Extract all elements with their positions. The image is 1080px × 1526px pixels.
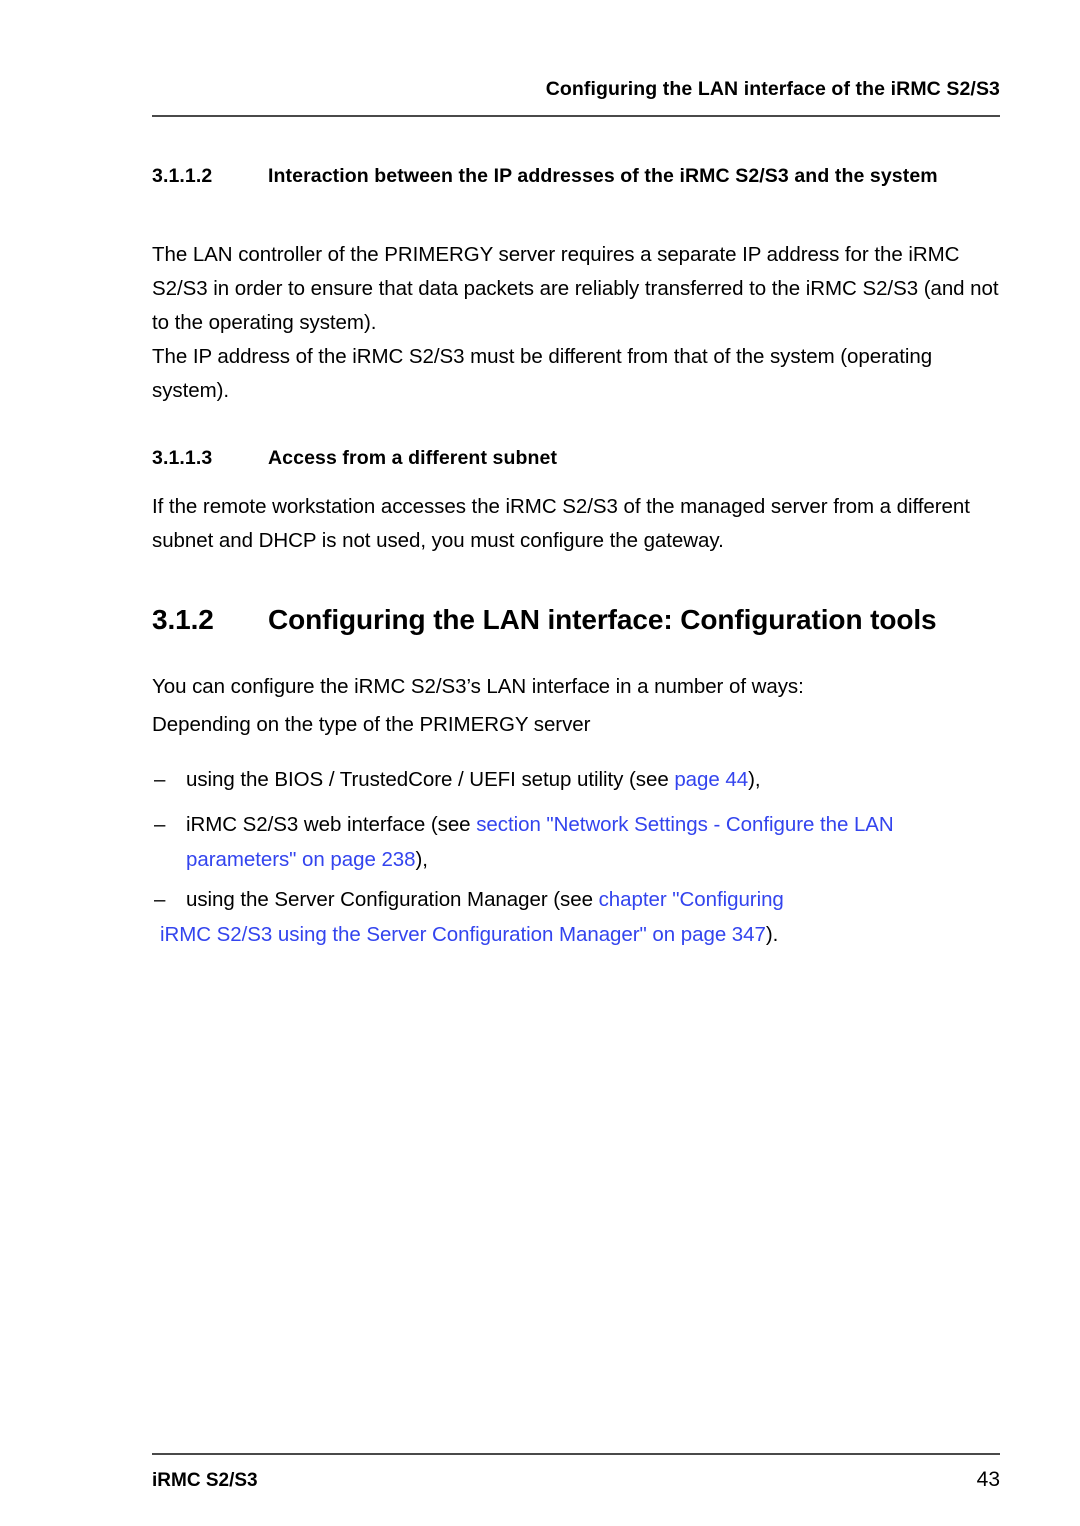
list-item: – iRMC S2/S3 web interface (see section … (152, 807, 997, 877)
dash-marker: – (154, 888, 166, 911)
heading-3-1-2-title: Configuring the LAN interface: Configura… (268, 604, 937, 635)
list-item-content: iRMC S2/S3 web interface (see section "N… (186, 807, 997, 877)
list-item-lead-text: using the Server Configuration Manager (… (186, 888, 599, 911)
list-item-content: using the Server Configuration Manager (… (160, 882, 1032, 952)
cross-reference-link-chapter-configuring-part1[interactable]: chapter "Configuring (599, 888, 784, 911)
list-item-tail-text: ). (765, 923, 779, 946)
dash-marker: – (154, 768, 166, 791)
list-item: – using the BIOS / TrustedCore / UEFI se… (152, 762, 1012, 797)
heading-3-1-1-2-number: 3.1.1.2 (152, 165, 213, 187)
heading-3-1-1-3: 3.1.1.3 Access from a different subnet (152, 442, 1000, 475)
running-header: Configuring the LAN interface of the iRM… (545, 78, 1000, 100)
paragraph-3-1-2-2: Depending on the type of the PRIMERGY se… (152, 713, 591, 736)
page-footer: iRMC S2/S3 43 (152, 1466, 1000, 1495)
paragraph-3-1-1-2-2: The IP address of the iRMC S2/S3 must be… (152, 345, 933, 402)
heading-3-1-1-3-number: 3.1.1.3 (152, 447, 213, 469)
cross-reference-link-chapter-configuring-part2[interactable]: iRMC S2/S3 using the Server Configuratio… (160, 923, 766, 946)
paragraph-3-1-1-2-1: The LAN controller of the PRIMERGY serve… (152, 243, 999, 334)
list-item-content: using the BIOS / TrustedCore / UEFI setu… (186, 762, 1012, 797)
list-item-wrapped-line: iRMC S2/S3 using the Server Configuratio… (160, 917, 1032, 952)
heading-3-1-1-3-title: Access from a different subnet (268, 447, 558, 469)
list-item: – using the Server Configuration Manager… (152, 882, 1032, 952)
heading-3-1-1-2-title: Interaction between the IP addresses of … (268, 165, 938, 187)
heading-3-1-2-number: 3.1.2 (152, 604, 214, 635)
list-item-lead-text: iRMC S2/S3 web interface (see (186, 813, 477, 836)
paragraph-3-1-1-3-1: If the remote workstation accesses the i… (152, 495, 970, 552)
paragraph-3-1-2-1: You can configure the iRMC S2/S3’s LAN i… (152, 675, 804, 698)
cross-reference-link-page-44[interactable]: page 44 (674, 768, 748, 791)
footer-rule (152, 1453, 1000, 1455)
list-item-tail-text: ), (415, 848, 428, 871)
footer-page-number: 43 (976, 1468, 1000, 1491)
document-page: Configuring the LAN interface of the iRM… (0, 0, 1080, 1526)
header-rule (152, 115, 1000, 117)
heading-3-1-2: 3.1.2 Configuring the LAN interface: Con… (152, 601, 1012, 639)
dash-marker: – (154, 813, 166, 836)
list-item-tail-text: ), (748, 768, 761, 791)
list-item-lead-text: using the BIOS / TrustedCore / UEFI setu… (186, 768, 675, 791)
heading-3-1-1-2: 3.1.1.2 Interaction between the IP addre… (152, 160, 1000, 193)
footer-document-title: iRMC S2/S3 (152, 1470, 258, 1491)
